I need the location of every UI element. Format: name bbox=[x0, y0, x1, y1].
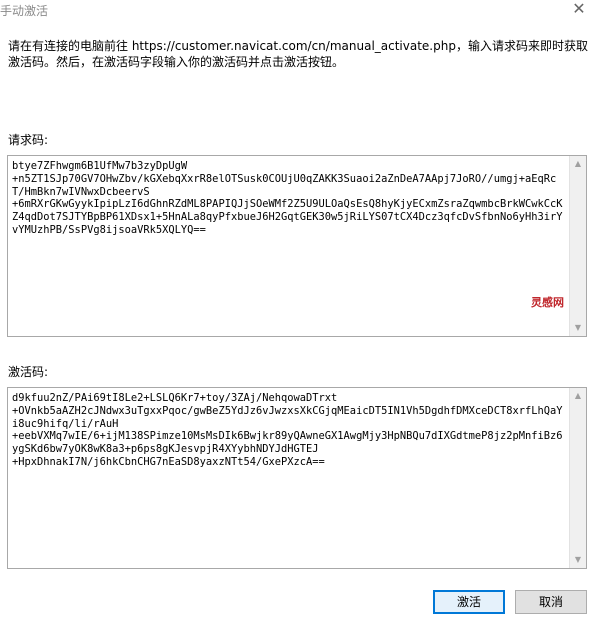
scroll-up-arrow-icon[interactable]: ▲ bbox=[570, 388, 586, 404]
activation-code-textarea[interactable]: d9kfuu2nZ/PAi69tI8Le2+LSLQ6Kr7+toy/3ZAj/… bbox=[7, 387, 587, 569]
scroll-down-arrow-icon[interactable]: ▼ bbox=[570, 320, 586, 336]
title-bar: 手动激活 ✕ bbox=[0, 0, 595, 24]
cancel-button[interactable]: 取消 bbox=[515, 590, 587, 614]
activate-button[interactable]: 激活 bbox=[433, 590, 505, 614]
activation-code-label: 激活码: bbox=[8, 365, 49, 379]
scroll-up-arrow-icon[interactable]: ▲ bbox=[570, 156, 586, 172]
activation-code-scrollbar[interactable]: ▲ ▼ bbox=[569, 388, 586, 568]
scroll-down-arrow-icon[interactable]: ▼ bbox=[570, 552, 586, 568]
request-code-value[interactable]: btye7ZFhwgm6B1UfMw7b3zyDpUgW +n5ZT1SJp70… bbox=[12, 160, 566, 332]
activation-code-value[interactable]: d9kfuu2nZ/PAi69tI8Le2+LSLQ6Kr7+toy/3ZAj/… bbox=[12, 392, 566, 564]
request-code-label: 请求码: bbox=[8, 133, 49, 147]
close-icon[interactable]: ✕ bbox=[569, 0, 589, 20]
window-title: 手动激活 bbox=[0, 4, 49, 18]
watermark-logo: 灵感网 bbox=[531, 296, 564, 309]
request-code-textarea[interactable]: btye7ZFhwgm6B1UfMw7b3zyDpUgW +n5ZT1SJp70… bbox=[7, 155, 587, 337]
request-code-scrollbar[interactable]: ▲ ▼ bbox=[569, 156, 586, 336]
instruction-text: 请在有连接的电脑前往 https://customer.navicat.com/… bbox=[8, 39, 588, 69]
